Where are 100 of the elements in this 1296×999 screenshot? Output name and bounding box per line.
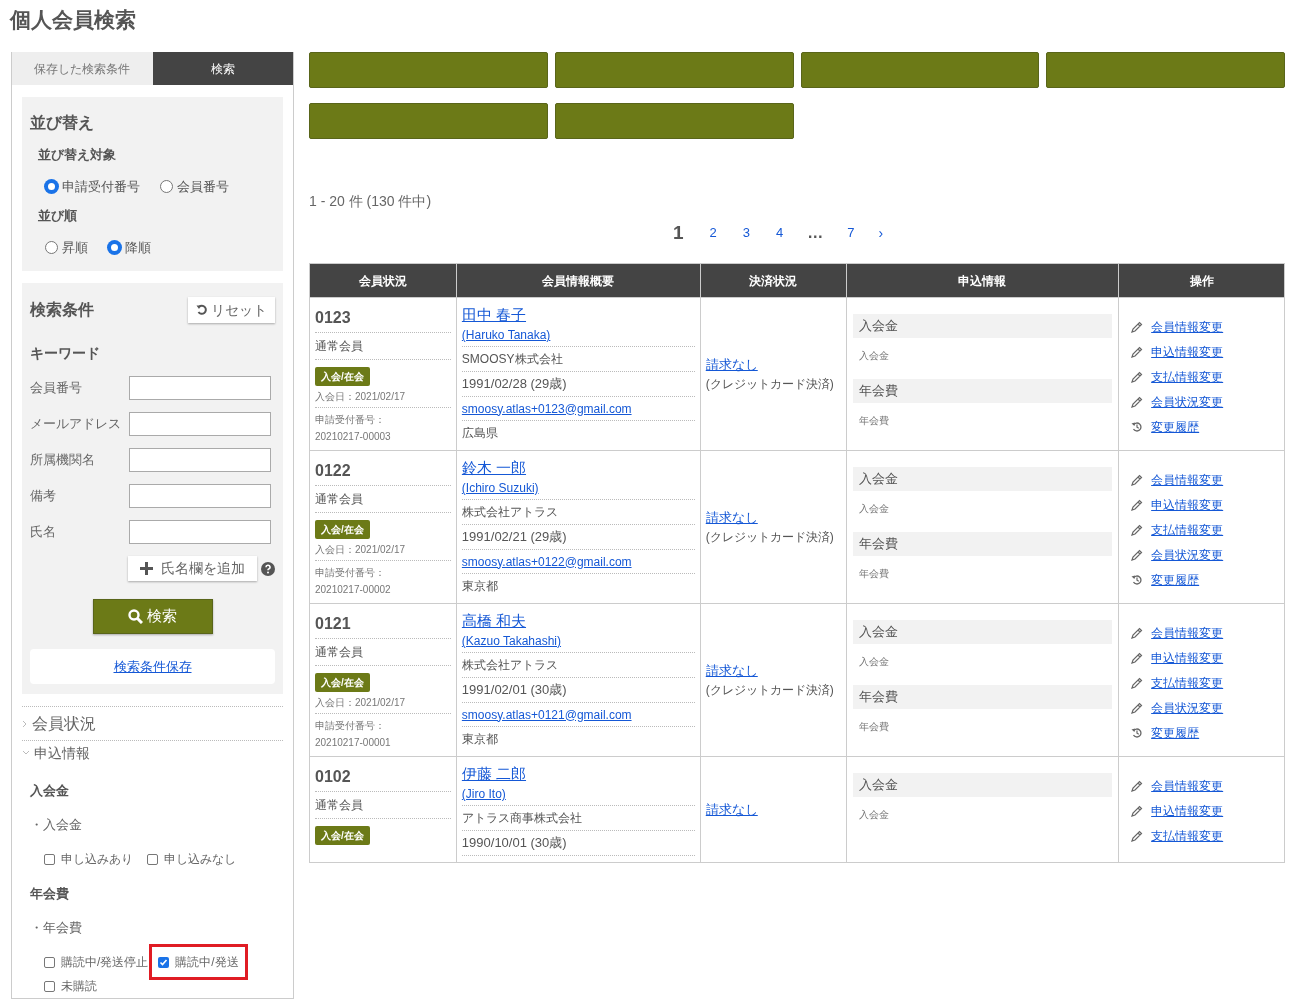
action-link[interactable]: 申込情報変更 bbox=[1151, 648, 1224, 667]
application-item-detail: 年会費 bbox=[857, 567, 890, 581]
member-name-romaji-link[interactable]: (Kazuo Takahashi) bbox=[461, 632, 695, 650]
toolbar-button[interactable] bbox=[800, 52, 1040, 88]
input-field[interactable] bbox=[129, 484, 271, 508]
action-link[interactable]: 変更履歴 bbox=[1151, 417, 1200, 436]
radio-option[interactable]: 申請受付番号 bbox=[45, 176, 140, 196]
save-conditions-link[interactable]: 検索条件保存 bbox=[113, 656, 192, 677]
member-name-link[interactable]: 高橋 和夫 bbox=[461, 612, 695, 630]
next-page-link[interactable]: › bbox=[878, 222, 884, 244]
sidebar-tab[interactable]: 保存した検索条件 bbox=[12, 52, 153, 85]
checkbox[interactable] bbox=[44, 980, 55, 992]
join-date: 入会日：2021/02/17 bbox=[315, 692, 451, 714]
action-link[interactable]: 会員情報変更 bbox=[1151, 776, 1224, 795]
action-link[interactable]: 変更履歴 bbox=[1151, 723, 1200, 742]
checkbox[interactable] bbox=[147, 853, 158, 865]
checkbox[interactable] bbox=[44, 956, 55, 968]
member-name-link[interactable]: 鈴木 一郎 bbox=[461, 459, 695, 477]
input-field[interactable] bbox=[129, 412, 271, 436]
birth-date: 1991/02/28 (29歳) bbox=[461, 372, 695, 397]
checkbox[interactable] bbox=[158, 956, 170, 968]
email-link[interactable]: smoosy.atlas+0121@gmail.com bbox=[461, 707, 632, 722]
search-button[interactable]: 検索 bbox=[92, 599, 213, 634]
page-link[interactable]: 3 bbox=[740, 223, 752, 243]
action-link[interactable]: 支払情報変更 bbox=[1151, 673, 1224, 692]
radio-button[interactable] bbox=[45, 240, 58, 254]
payment-status-link[interactable]: 請求なし bbox=[705, 508, 841, 528]
email-link[interactable]: smoosy.atlas+0122@gmail.com bbox=[461, 554, 632, 569]
member-name-romaji-link[interactable]: (Haruko Tanaka) bbox=[461, 326, 695, 344]
action-link[interactable]: 申込情報変更 bbox=[1151, 801, 1224, 820]
application-item-heading: 入会金 bbox=[852, 467, 1113, 491]
member-name-romaji-link[interactable]: (Ichiro Suzuki) bbox=[461, 479, 695, 497]
toolbar-button[interactable] bbox=[554, 103, 794, 139]
action-link[interactable]: 変更履歴 bbox=[1151, 570, 1200, 589]
application-item-heading: 入会金 bbox=[852, 773, 1113, 797]
radio-option[interactable]: 降順 bbox=[108, 237, 151, 257]
member-name-link[interactable]: 田中 春子 bbox=[461, 306, 695, 324]
member-name-link[interactable]: 伊藤 二郎 bbox=[461, 765, 695, 783]
action-link[interactable]: 支払情報変更 bbox=[1151, 367, 1224, 386]
reset-icon bbox=[196, 304, 208, 316]
filter-subheading: ・年会費 bbox=[30, 918, 83, 937]
member-name-romaji-link[interactable]: (Jiro Ito) bbox=[461, 785, 695, 803]
add-name-button[interactable]: 氏名欄を追加 bbox=[128, 556, 257, 581]
radio-option[interactable]: 昇順 bbox=[45, 237, 88, 257]
field-label: メールアドレス bbox=[30, 415, 121, 434]
checkbox-option[interactable]: 申し込みあり bbox=[44, 850, 133, 868]
action-link[interactable]: 会員状況変更 bbox=[1151, 698, 1224, 717]
field-label: 会員番号 bbox=[30, 379, 82, 398]
filter-heading: 入会金 bbox=[30, 782, 70, 800]
action-link[interactable]: 支払情報変更 bbox=[1151, 520, 1224, 539]
input-field[interactable] bbox=[129, 520, 271, 544]
radio-button[interactable] bbox=[108, 240, 121, 254]
action-link[interactable]: 申込情報変更 bbox=[1151, 342, 1224, 361]
checkbox-option[interactable]: 購読中/発送停止 bbox=[44, 953, 149, 971]
application-number: 20210217-00002 bbox=[315, 583, 392, 597]
payment-status-link[interactable]: 請求なし bbox=[705, 799, 841, 819]
checkbox-option[interactable]: 未購読 bbox=[44, 977, 97, 995]
page-link[interactable]: 1 bbox=[670, 218, 686, 248]
toolbar-button[interactable] bbox=[309, 103, 548, 139]
action-link[interactable]: 会員情報変更 bbox=[1151, 623, 1224, 642]
action-link[interactable]: 会員情報変更 bbox=[1151, 317, 1224, 336]
join-date: 入会日：2021/02/17 bbox=[315, 386, 451, 408]
action-link[interactable]: 会員状況変更 bbox=[1151, 392, 1224, 411]
application-item-detail: 入会金 bbox=[857, 349, 890, 363]
radio-button[interactable] bbox=[160, 179, 173, 193]
prefecture: 広島県 bbox=[461, 425, 499, 442]
toolbar-button[interactable] bbox=[554, 52, 794, 88]
action-link[interactable]: 会員状況変更 bbox=[1151, 545, 1224, 564]
checkbox[interactable] bbox=[44, 853, 55, 865]
checkbox-option[interactable]: 申し込みなし bbox=[147, 850, 236, 868]
section-toggle[interactable]: 申込情報 bbox=[22, 741, 283, 765]
input-field[interactable] bbox=[129, 448, 271, 472]
action-link[interactable]: 申込情報変更 bbox=[1151, 495, 1224, 514]
reset-button[interactable]: リセット bbox=[188, 297, 275, 323]
action-link[interactable]: 支払情報変更 bbox=[1151, 826, 1224, 845]
radio-button[interactable] bbox=[45, 179, 58, 193]
application-item-heading: 年会費 bbox=[852, 532, 1113, 556]
email-link[interactable]: smoosy.atlas+0123@gmail.com bbox=[461, 401, 632, 416]
pencil-icon bbox=[1131, 779, 1144, 792]
column-header: 申込情報 bbox=[846, 263, 1119, 298]
section-toggle[interactable]: 会員状況 bbox=[22, 707, 283, 741]
action-link[interactable]: 会員情報変更 bbox=[1151, 470, 1224, 489]
payment-status-link[interactable]: 請求なし bbox=[705, 355, 841, 375]
checkbox-option[interactable]: 購読中/発送 bbox=[158, 953, 239, 971]
toolbar-button[interactable] bbox=[309, 52, 548, 88]
page-link[interactable]: 7 bbox=[845, 223, 857, 243]
member-number: 0122 bbox=[315, 459, 451, 486]
payment-method: (クレジットカード決済) bbox=[705, 681, 835, 699]
toolbar-button[interactable] bbox=[1046, 52, 1285, 88]
keyword-label: キーワード bbox=[30, 344, 101, 363]
sidebar-tab[interactable]: 検索 bbox=[152, 52, 293, 85]
help-icon[interactable] bbox=[261, 561, 275, 576]
radio-option[interactable]: 会員番号 bbox=[160, 176, 229, 196]
payment-status-link[interactable]: 請求なし bbox=[705, 661, 841, 681]
page-link[interactable]: 4 bbox=[773, 223, 786, 243]
column-header: 操作 bbox=[1118, 263, 1285, 298]
page-link[interactable]: 2 bbox=[707, 223, 719, 243]
option-label: 会員番号 bbox=[177, 177, 229, 196]
input-field[interactable] bbox=[129, 376, 271, 400]
member-number: 0123 bbox=[315, 306, 451, 333]
